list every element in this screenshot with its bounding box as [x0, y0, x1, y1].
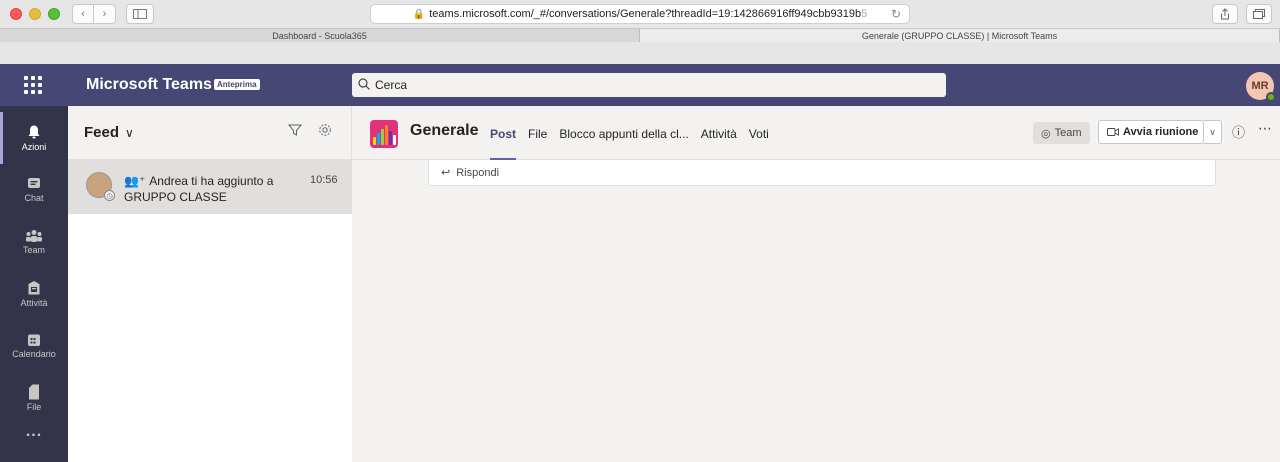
minimize-window-button[interactable]	[29, 8, 41, 20]
app-launcher-icon[interactable]	[24, 76, 42, 94]
feed-item-message: Andrea ti ha aggiunto a GRUPPO CLASSE	[124, 174, 274, 204]
filter-icon[interactable]	[287, 123, 303, 140]
maximize-window-button[interactable]	[48, 8, 60, 20]
reload-icon[interactable]: ↻	[891, 7, 901, 21]
search-input[interactable]: Cerca	[352, 73, 946, 97]
close-window-button[interactable]	[10, 8, 22, 20]
meeting-options-dropdown[interactable]: ∨	[1204, 120, 1222, 144]
feed-empty-area	[68, 214, 352, 462]
rail-item-chat[interactable]: Chat	[0, 164, 68, 216]
rail-item-more[interactable]: ...	[0, 406, 68, 458]
forward-button[interactable]: ›	[94, 4, 116, 24]
feed-title-dropdown[interactable]: Feed ∨	[84, 124, 134, 141]
browser-tab-teams[interactable]: Generale (GRUPPO CLASSE) | Microsoft Tea…	[640, 29, 1280, 43]
added-to-team-icon: 👥⁺	[124, 174, 146, 188]
share-icon	[1221, 8, 1229, 20]
rail-item-calendario[interactable]: Calendario	[0, 320, 68, 372]
reply-icon: ↩	[441, 167, 451, 179]
channel-tabs: Post File Blocco appunti della cl... Att…	[490, 106, 781, 160]
rail-label: Chat	[24, 193, 44, 203]
history-nav: ‹ ›	[72, 4, 116, 24]
calendar-icon	[28, 334, 40, 346]
presence-available-icon	[1266, 92, 1276, 102]
back-button[interactable]: ‹	[72, 4, 94, 24]
tab-post[interactable]: Post	[490, 106, 517, 160]
info-icon[interactable]: ⓘ	[1232, 122, 1245, 141]
browser-tab-dashboard[interactable]: Dashboard - Scuola365	[0, 29, 640, 43]
app-title: Microsoft Teams	[86, 76, 212, 93]
team-button[interactable]: ◎ Team	[1033, 122, 1090, 144]
browser-chrome: ‹ › 🔒 teams.microsoft.com/_#/conversatio…	[0, 0, 1280, 43]
file-icon	[29, 384, 39, 400]
rail-item-team[interactable]: Team	[0, 216, 68, 268]
tab-attivita[interactable]: Attività	[701, 106, 737, 160]
team-icon	[26, 230, 42, 242]
lock-icon: 🔒	[412, 8, 426, 20]
assignments-icon	[28, 281, 40, 295]
more-options-icon[interactable]: ⋯	[1258, 120, 1273, 137]
start-meeting-button[interactable]: Avvia riunione	[1098, 120, 1204, 144]
chat-icon	[28, 178, 40, 188]
team-button-label: Team	[1054, 127, 1082, 139]
channel-header: Generale Post File Blocco appunti della …	[352, 106, 1280, 160]
video-camera-icon	[1107, 128, 1119, 136]
browser-actions	[1212, 4, 1272, 24]
app-rail: Azioni Chat Team Attività Calendario Fil…	[0, 106, 68, 462]
rail-label: Team	[22, 245, 45, 255]
reply-label: Rispondi	[456, 166, 500, 179]
sidebar-icon	[133, 9, 147, 19]
channel-title: Generale	[410, 122, 479, 139]
rail-item-azioni[interactable]: Azioni	[0, 112, 68, 164]
sidebar-toggle-button[interactable]	[126, 4, 154, 24]
share-button[interactable]	[1212, 4, 1238, 24]
clock-icon: ◷	[104, 190, 115, 201]
tabs-overview-button[interactable]	[1246, 4, 1272, 24]
url-text: teams.microsoft.com/_#/conversations/Gen…	[429, 8, 862, 20]
tab-blocco-appunti[interactable]: Blocco appunti della cl...	[559, 106, 688, 160]
search-placeholder: Cerca	[375, 78, 408, 92]
address-bar[interactable]: 🔒 teams.microsoft.com/_#/conversations/G…	[370, 4, 910, 24]
tab-voti[interactable]: Voti	[749, 106, 769, 160]
chevron-down-icon: ∨	[1209, 126, 1216, 137]
feed-list-item[interactable]: ◷ 👥⁺ Andrea ti ha aggiunto a GRUPPO CLASS…	[68, 160, 352, 214]
team-logo	[370, 120, 398, 148]
user-initials: MR	[1251, 80, 1269, 92]
rail-label: Calendario	[12, 349, 56, 359]
conversation-area: ↩ Rispondi	[352, 160, 1280, 462]
bell-icon	[28, 125, 40, 139]
feed-header: Feed ∨	[68, 106, 352, 160]
tabs-icon	[1253, 9, 1265, 19]
start-meeting-label: Avvia riunione	[1123, 126, 1199, 138]
teams-header: Microsoft Teams Anteprima Cerca MR	[0, 64, 1280, 106]
rail-label: Attività	[20, 298, 48, 308]
feed-title-label: Feed	[84, 124, 120, 141]
more-icon: ...	[25, 423, 43, 440]
preview-badge: Anteprima	[214, 79, 260, 90]
rail-label: Azioni	[21, 142, 47, 152]
gear-icon[interactable]	[318, 123, 332, 140]
chevron-down-icon: ∨	[125, 126, 134, 140]
browser-tabs: Dashboard - Scuola365 Generale (GRUPPO C…	[0, 28, 1280, 43]
url-text-fade: 5	[861, 8, 868, 20]
tab-file[interactable]: File	[528, 106, 547, 160]
feed-item-time: 10:56	[310, 174, 338, 186]
reply-button[interactable]: ↩ Rispondi	[428, 160, 1216, 186]
feed-panel: Feed ∨ ◷ 👥⁺ Andrea ti ha aggiunto a GRUPPO…	[68, 106, 352, 462]
eye-icon: ◎	[1041, 127, 1051, 140]
rail-item-attivita[interactable]: Attività	[0, 268, 68, 320]
user-avatar[interactable]: MR	[1246, 72, 1276, 102]
browser-gap	[0, 42, 1280, 64]
search-icon	[358, 77, 370, 93]
feed-item-text: 👥⁺ Andrea ti ha aggiunto a GRUPPO CLASSE	[124, 173, 284, 205]
window-controls	[10, 8, 60, 20]
